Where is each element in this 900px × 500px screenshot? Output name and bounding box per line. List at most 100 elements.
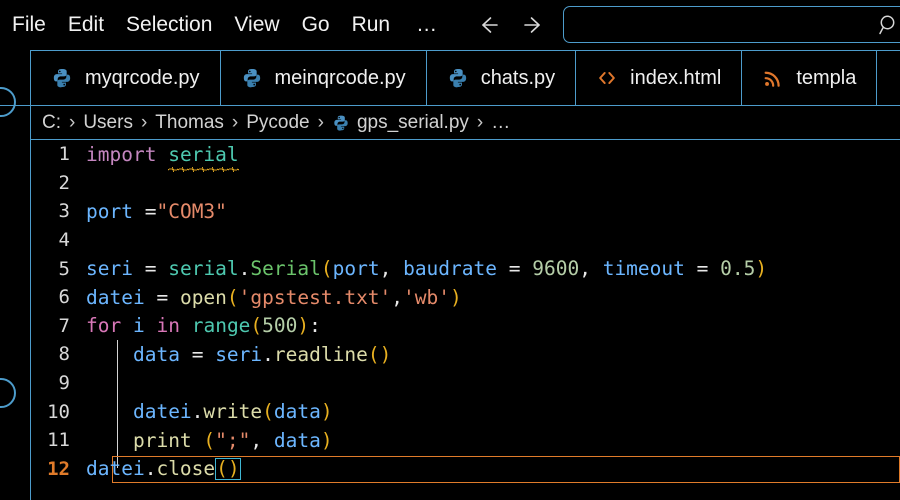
tab-label: myqrcode.py [85,66,200,89]
token-keyword-for: for [86,314,122,338]
token-fn-open: open [179,285,227,309]
token-var-port: port [86,199,133,223]
token-parens: () [216,457,240,481]
token-arg-port: port [332,257,380,281]
code-line-11[interactable]: 11 print (";", data) [0,426,900,455]
token-operator-equals: = [191,342,204,366]
code-line-3[interactable]: 3 port ="COM3" [0,197,900,226]
menu-run[interactable]: Run [352,0,391,50]
token-operator-equals: = [508,257,521,281]
token-string-semicolon: ";" [215,428,251,452]
breadcrumb-separator: › [140,112,148,133]
menu-file[interactable]: File [12,0,46,50]
code-content: datei = open('gpstest.txt','wb') [86,286,462,309]
breadcrumb-item-drive[interactable]: C: [42,112,61,134]
code-brackets-icon [596,67,618,89]
menu-edit[interactable]: Edit [68,0,104,50]
line-number: 6 [58,286,70,309]
menu-overflow-button[interactable]: … [416,0,439,50]
breadcrumb-item-users[interactable]: Users [83,112,133,134]
token-var-data: data [132,342,180,366]
code-content: for i in range(500): [86,314,321,337]
code-line-9[interactable]: 9 [0,369,900,398]
code-content: port ="COM3" [86,200,227,223]
token-kwarg-baudrate: baudrate [403,257,497,281]
line-number: 10 [47,400,70,423]
tab-template[interactable]: templa [742,51,878,105]
title-bar: File Edit Selection View Go Run … [0,0,900,50]
tab-label: templa [796,66,857,89]
python-icon [332,114,350,132]
token-number-9600: 9600 [532,257,580,281]
token-fn-range: range [191,314,251,338]
token-kwarg-timeout: timeout [602,257,685,281]
code-line-7[interactable]: 7 for i in range(500): [0,312,900,341]
breadcrumb-item-more[interactable]: … [491,112,510,134]
tab-meinqrcode-py[interactable]: meinqrcode.py [220,51,427,105]
command-search-box[interactable] [563,6,900,44]
code-line-6[interactable]: 6 datei = open('gpstest.txt','wb') [0,283,900,312]
tab-index-html[interactable]: index.html [576,51,743,105]
breadcrumb-item-pycode[interactable]: Pycode [246,112,309,134]
search-icon[interactable] [877,13,900,37]
breadcrumb-item-thomas[interactable]: Thomas [155,112,224,134]
tab-myqrcode-py[interactable]: myqrcode.py [30,51,221,105]
line-number: 3 [58,200,70,223]
token-paren-open: ( [226,285,239,309]
token-string-gpstest: 'gpstest.txt' [238,285,392,309]
code-line-8[interactable]: 8 data = seri.readline() [0,340,900,369]
line-number: 8 [58,343,70,366]
breadcrumb-separator: › [231,112,239,133]
menu-view[interactable]: View [234,0,279,50]
code-line-10[interactable]: 10 datei.write(data) [0,397,900,426]
token-dot: . [144,457,157,481]
token-import-keyword: import [86,142,157,166]
arrow-right-icon[interactable] [521,12,547,38]
token-comma: , [579,257,603,281]
navigation-arrows [475,0,547,50]
tab-list: myqrcode.py meinqrcode.py chats.py index… [30,51,878,105]
tab-label: meinqrcode.py [274,66,406,89]
rss-icon [762,67,784,89]
token-paren-close: ) [450,285,462,309]
code-line-2[interactable]: 2 [0,169,900,198]
token-number-05: 0.5 [720,257,756,281]
code-content: datei.write(data) [86,400,333,423]
menu-selection[interactable]: Selection [126,0,212,50]
code-line-1[interactable]: 1 import serial [0,140,900,169]
search-input[interactable] [574,7,878,44]
code-line-12[interactable]: 12 datei.close() [0,455,900,484]
code-content: import serial [86,143,239,166]
token-var-seri: seri [86,257,133,281]
line-number: 2 [58,171,70,194]
arrow-left-icon[interactable] [475,12,501,38]
token-dot: . [191,400,204,424]
breadcrumb-item-file[interactable]: gps_serial.py [357,112,469,134]
token-comma: , [391,285,404,309]
tab-label: chats.py [480,66,556,89]
code-line-5[interactable]: 5 seri = serial.Serial(port, baudrate = … [0,254,900,283]
code-line-4[interactable]: 4 [0,226,900,255]
python-icon [241,67,263,89]
tab-chats-py[interactable]: chats.py [426,51,577,105]
line-number: 7 [58,314,70,337]
tab-label: index.html [630,66,722,89]
code-editor[interactable]: 1 import serial 2 3 port ="COM3" 4 5 ser… [0,140,900,500]
menu-go[interactable]: Go [302,0,330,50]
code-content: datei.close() [86,457,241,480]
token-comma: , [250,428,274,452]
line-number-active: 12 [47,457,70,480]
token-var-data: data [273,400,321,424]
token-keyword-in: in [156,314,180,338]
token-var-data: data [273,428,321,452]
